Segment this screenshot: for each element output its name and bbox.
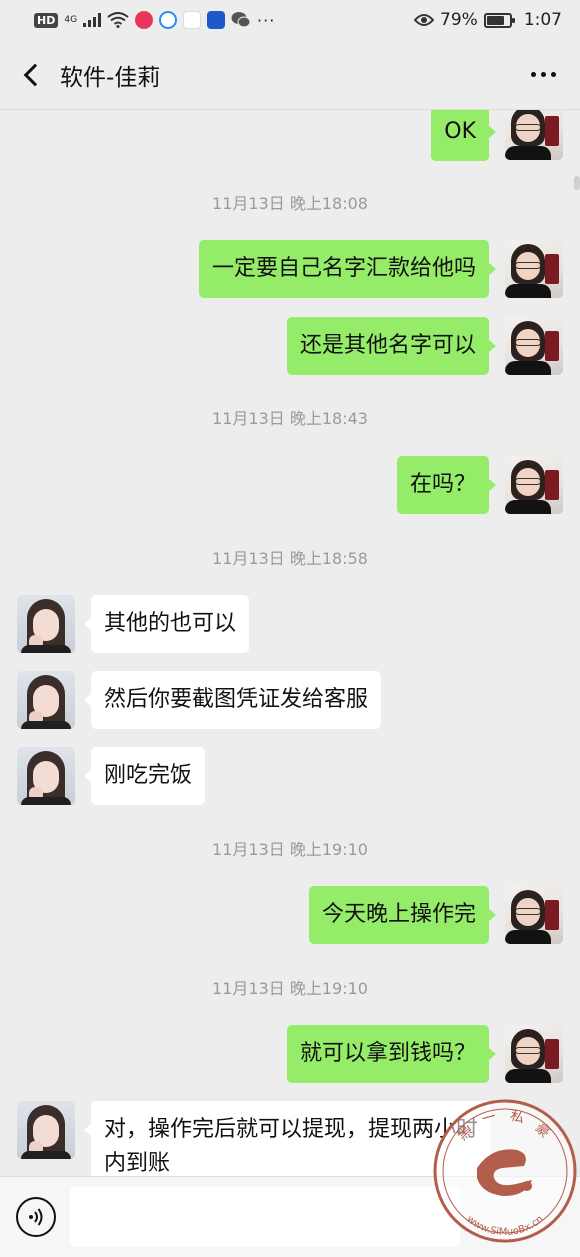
status-right: 79% 1:07 [414, 10, 562, 30]
timestamp: 11月13日 晚上18:43 [212, 409, 368, 428]
battery-percent: 79% [440, 10, 478, 30]
avatar-self[interactable] [505, 456, 563, 514]
message-bubble-received[interactable]: 然后你要截图凭证发给客服 [83, 671, 382, 729]
back-chevron-icon [23, 63, 47, 86]
message-bubble-sent[interactable]: 今天晚上操作完 [308, 886, 497, 944]
chat-title: 软件-佳莉 [60, 64, 161, 91]
chat-message-list[interactable]: OK 11月13日 晚上18:08 一定要自己名字汇款给他吗 还是其他名字可以 … [0, 110, 580, 1176]
watermark-stamp: 黑 一 私 豪 www.SiMuoBx.cn [433, 1099, 577, 1243]
message-bubble-sent[interactable]: OK [431, 110, 496, 161]
message-bubble-sent[interactable]: 一定要自己名字汇款给他吗 [198, 240, 497, 298]
avatar-self[interactable] [505, 240, 563, 298]
message-bubble-sent[interactable]: 还是其他名字可以 [286, 317, 497, 375]
message-bubble-received[interactable]: 对，操作完后就可以提现，提现两小时内到账 [84, 1101, 491, 1176]
hd-icon: HD [34, 12, 59, 28]
more-dots-icon [531, 72, 536, 77]
app-icon-blue [159, 11, 178, 29]
timestamp: 11月13日 晚上18:58 [212, 549, 368, 568]
wechat-icon [231, 12, 251, 28]
timestamp: 11月13日 晚上19:10 [212, 840, 368, 859]
avatar-self[interactable] [505, 1025, 563, 1083]
back-button[interactable] [18, 55, 47, 95]
message-bubble-received[interactable]: 刚吃完饭 [83, 747, 206, 805]
more-icon: ··· [257, 10, 276, 30]
scrollbar[interactable] [574, 176, 580, 190]
avatar-contact[interactable] [17, 747, 75, 805]
voice-button[interactable] [16, 1197, 56, 1237]
timestamp: 11月13日 晚上18:08 [212, 194, 368, 213]
signal-icon [83, 13, 102, 27]
battery-icon [483, 12, 515, 28]
message-input[interactable] [70, 1187, 460, 1247]
chat-header: 软件-佳莉 [0, 40, 580, 110]
message-bubble-received[interactable]: 其他的也可以 [83, 595, 250, 653]
message-bubble-sent[interactable]: 就可以拿到钱吗？ [286, 1025, 497, 1083]
battery-level [486, 15, 505, 25]
status-left: HD 4G ··· [34, 11, 275, 30]
clock: 1:07 [523, 10, 562, 30]
weibo-icon [183, 11, 202, 29]
more-button[interactable] [525, 55, 562, 95]
app-icon-pink [135, 11, 154, 29]
message-bubble-sent[interactable]: 在吗？ [396, 456, 497, 514]
app-icon-news [207, 11, 226, 29]
network-type: 4G [64, 14, 78, 25]
eye-icon [414, 14, 435, 26]
wifi-icon [107, 12, 129, 28]
avatar-contact[interactable] [17, 671, 75, 729]
voice-icon [29, 1208, 43, 1226]
avatar-self[interactable] [505, 317, 563, 375]
timestamp: 11月13日 晚上19:10 [212, 979, 368, 998]
avatar-contact[interactable] [17, 595, 75, 653]
avatar-contact[interactable] [17, 1101, 75, 1159]
avatar-self[interactable] [505, 886, 563, 944]
avatar-self[interactable] [505, 110, 563, 160]
status-bar: HD 4G ··· 79% 1:07 [0, 0, 580, 40]
